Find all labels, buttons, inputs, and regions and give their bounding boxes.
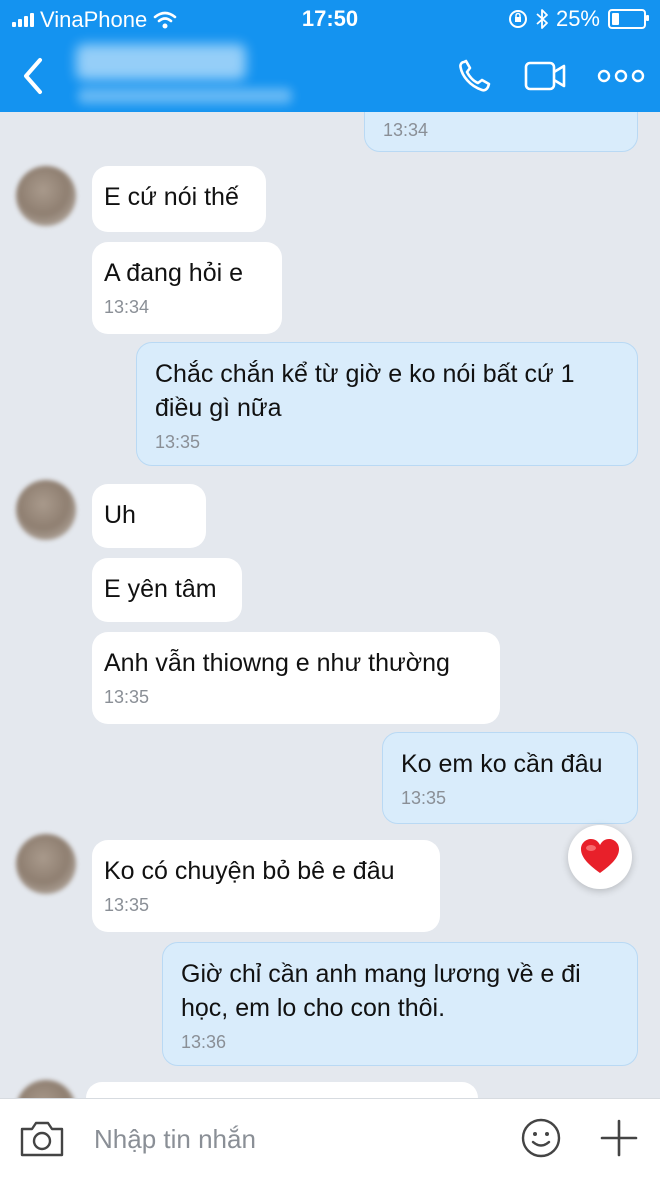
heart-icon — [581, 839, 619, 873]
message-time: 13:36 — [181, 1032, 227, 1052]
message-text: Ko có chuyện bỏ bê e đâu — [104, 857, 395, 885]
message-bubble-incoming[interactable]: A đang hỏi e 13:34 — [92, 242, 282, 334]
plus-icon[interactable] — [598, 1117, 640, 1159]
more-icon[interactable] — [596, 56, 646, 96]
message-bubble-outgoing[interactable]: Ko em ko cần đâu 13:35 — [382, 732, 638, 824]
orientation-lock-icon — [508, 10, 527, 28]
message-bubble-incoming[interactable] — [86, 1082, 478, 1098]
message-input[interactable] — [94, 1121, 474, 1157]
heart-reaction[interactable] — [568, 825, 632, 889]
phone-icon[interactable] — [454, 56, 498, 96]
back-icon[interactable] — [16, 56, 50, 96]
message-bubble-outgoing[interactable]: Chắc chắn kể từ giờ e ko nói bất cứ 1 đi… — [136, 342, 638, 466]
message-composer — [0, 1098, 660, 1177]
message-bubble-incoming[interactable]: Ko có chuyện bỏ bê e đâu 13:35 — [92, 840, 440, 932]
message-text: Uh — [104, 501, 136, 529]
message-time: 13:35 — [104, 687, 150, 707]
battery-percent: 25% — [555, 6, 600, 31]
message-time: 13:35 — [155, 432, 201, 452]
avatar[interactable] — [16, 834, 76, 894]
message-text: A đang hỏi e — [104, 259, 244, 287]
message-bubble-incoming[interactable]: Anh vẫn thiowng e như thường 13:35 — [92, 632, 500, 724]
message-text: E cứ nói thế — [104, 183, 239, 211]
last-seen-blurred — [78, 88, 292, 104]
message-text: Chắc chắn kể từ giờ e ko nói bất cứ 1 đi… — [155, 360, 575, 422]
message-text: Ko em ko cần đâu — [401, 750, 603, 778]
status-bar: VinaPhone 17:50 25% — [0, 0, 660, 38]
message-time: 13:35 — [104, 895, 150, 915]
avatar[interactable] — [16, 166, 76, 226]
message-bubble-outgoing[interactable]: 13:34 — [364, 112, 638, 152]
status-right: 25% — [508, 6, 649, 32]
message-text: Giờ chỉ cần anh mang lương về e đi học, … — [181, 960, 581, 1022]
message-text: E yên tâm — [104, 575, 217, 603]
message-bubble-outgoing[interactable]: Giờ chỉ cần anh mang lương về e đi học, … — [162, 942, 638, 1066]
video-camera-icon[interactable] — [522, 56, 566, 96]
contact-name-blurred[interactable] — [76, 44, 246, 80]
camera-icon[interactable] — [18, 1117, 66, 1161]
message-time: 13:35 — [401, 788, 447, 808]
message-list[interactable]: 13:34 E cứ nói thế A đang hỏi e 13:34 Ch… — [0, 112, 660, 1098]
message-text: Anh vẫn thiowng e như thường — [104, 649, 450, 677]
bluetooth-icon — [536, 9, 548, 29]
avatar[interactable] — [16, 480, 76, 540]
message-bubble-incoming[interactable]: Uh — [92, 484, 206, 548]
chat-header: VinaPhone 17:50 25% — [0, 0, 660, 112]
nav-bar — [0, 40, 660, 112]
message-bubble-incoming[interactable]: E yên tâm — [92, 558, 242, 622]
message-time: 13:34 — [383, 120, 429, 140]
avatar[interactable] — [16, 1080, 76, 1098]
message-time: 13:34 — [104, 297, 150, 317]
message-bubble-incoming[interactable]: E cứ nói thế — [92, 166, 266, 232]
battery-icon — [608, 9, 649, 29]
emoji-icon[interactable] — [520, 1117, 562, 1159]
